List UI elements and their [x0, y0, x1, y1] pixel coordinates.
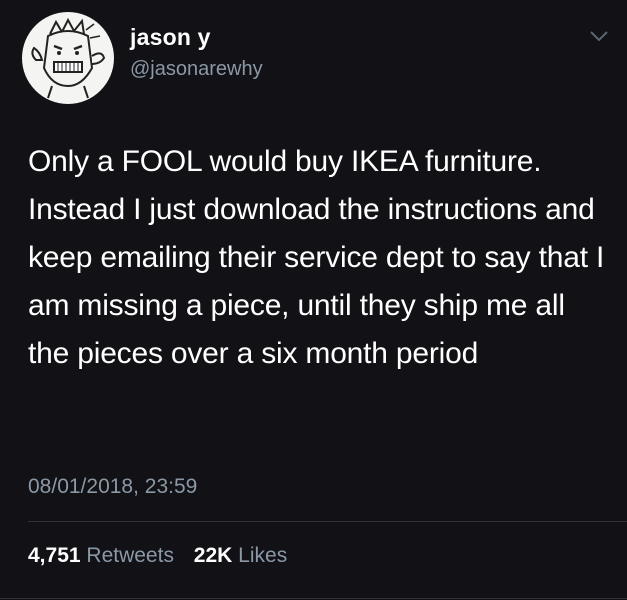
tweet-text: Only a FOOL would buy IKEA furniture. In… [28, 145, 605, 370]
tweet-timestamp[interactable]: 08/01/2018, 23:59 [28, 475, 197, 499]
chevron-down-icon[interactable] [588, 28, 610, 44]
likes-stat[interactable]: 22K Likes [194, 544, 287, 567]
display-name[interactable]: jason y [130, 24, 211, 51]
retweets-label: Retweets [86, 544, 174, 567]
divider [28, 521, 627, 522]
retweets-stat[interactable]: 4,751 Retweets [28, 544, 174, 567]
likes-label: Likes [238, 544, 288, 567]
bottom-divider [0, 598, 627, 599]
likes-count: 22K [193, 544, 233, 567]
user-handle[interactable]: @jasonarewhy [130, 58, 263, 81]
avatar[interactable] [22, 12, 114, 104]
tweet-card: jason y @jasonarewhy Only a FOOL would b… [0, 0, 627, 600]
engagement-stats: 4,751 Retweets 22K Likes [28, 544, 301, 568]
retweets-count: 4,751 [28, 544, 81, 567]
